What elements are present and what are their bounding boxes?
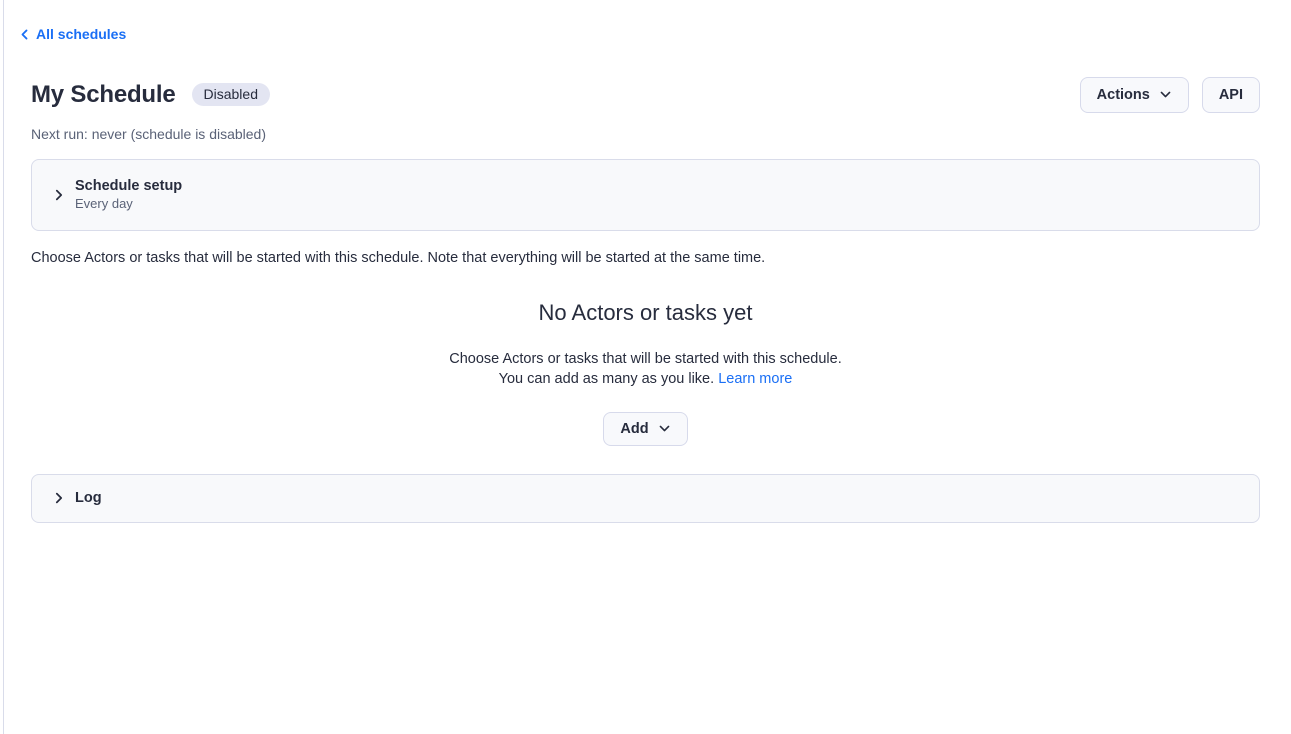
status-badge: Disabled xyxy=(192,83,270,106)
actions-button-label: Actions xyxy=(1097,87,1150,103)
empty-state: No Actors or tasks yet Choose Actors or … xyxy=(31,300,1260,446)
actions-button[interactable]: Actions xyxy=(1080,77,1189,113)
schedule-setup-panel[interactable]: Schedule setup Every day xyxy=(31,159,1260,231)
api-button[interactable]: API xyxy=(1202,77,1260,113)
schedule-setup-title: Schedule setup xyxy=(75,178,182,194)
schedule-setup-subtitle: Every day xyxy=(75,196,182,211)
empty-state-line2: You can add as many as you like. xyxy=(499,371,715,387)
log-panel[interactable]: Log xyxy=(31,474,1260,523)
page-title: My Schedule xyxy=(31,81,176,109)
chevron-right-icon xyxy=(52,188,66,202)
learn-more-link[interactable]: Learn more xyxy=(718,371,792,387)
page-header-buttons: Actions API xyxy=(1080,77,1260,113)
empty-state-line1: Choose Actors or tasks that will be star… xyxy=(449,351,842,367)
chevron-down-icon xyxy=(1159,88,1172,101)
breadcrumb-all-schedules[interactable]: All schedules xyxy=(18,26,126,42)
empty-state-title: No Actors or tasks yet xyxy=(31,300,1260,326)
breadcrumb-label: All schedules xyxy=(36,26,126,42)
add-button-label: Add xyxy=(620,421,648,437)
schedule-detail-page: All schedules My Schedule Disabled Actio… xyxy=(0,0,1291,523)
schedule-description: Choose Actors or tasks that will be star… xyxy=(31,250,1260,266)
schedule-setup-panel-titles: Schedule setup Every day xyxy=(75,178,182,211)
chevron-left-icon xyxy=(18,28,31,41)
chevron-down-icon xyxy=(658,422,671,435)
api-button-label: API xyxy=(1219,87,1243,103)
chevron-right-icon xyxy=(52,491,66,505)
page-header-left: My Schedule Disabled xyxy=(31,81,270,109)
add-button[interactable]: Add xyxy=(603,412,687,446)
next-run-status: Next run: never (schedule is disabled) xyxy=(31,126,1260,142)
empty-state-add-row: Add xyxy=(31,412,1260,446)
page-header: My Schedule Disabled Actions API xyxy=(31,77,1260,113)
empty-state-body: Choose Actors or tasks that will be star… xyxy=(31,349,1260,389)
log-panel-title: Log xyxy=(75,490,102,506)
